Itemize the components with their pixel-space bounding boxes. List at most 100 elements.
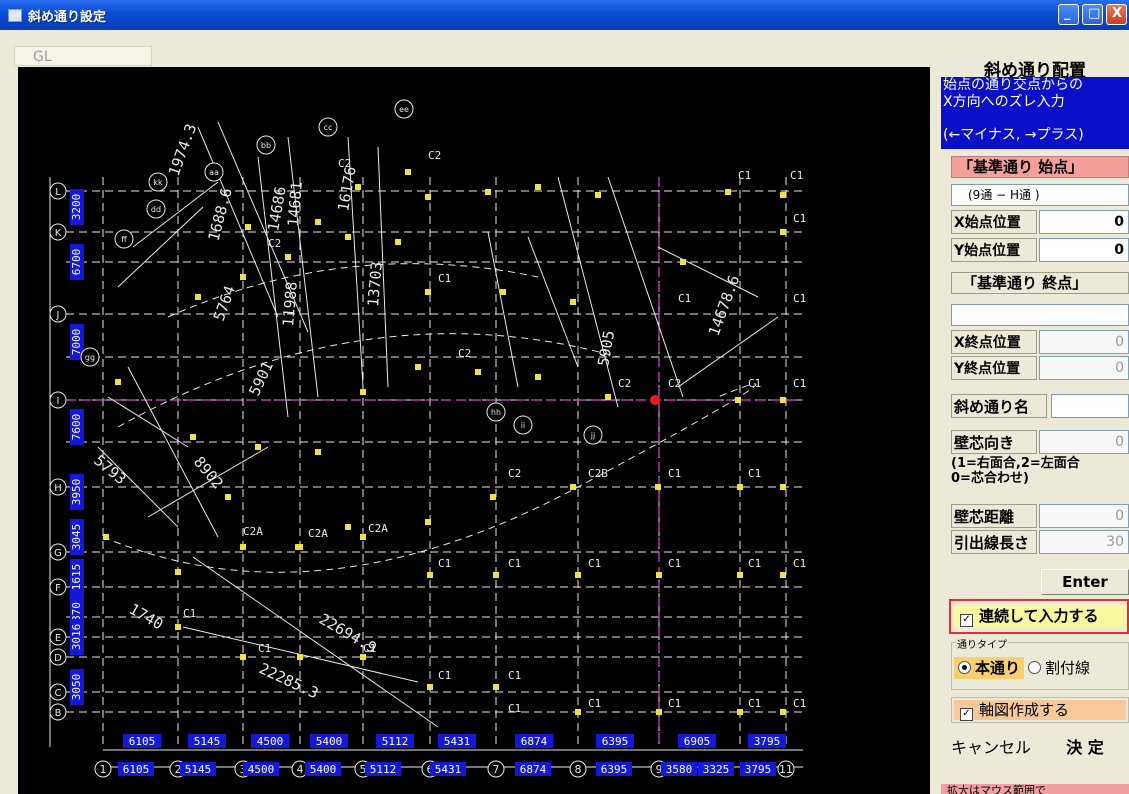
bottom-dim-label: 3795 — [745, 763, 772, 776]
column-marker — [240, 544, 246, 550]
radio-main-option[interactable]: 本通り — [954, 657, 1025, 679]
column-marker — [570, 299, 576, 305]
wall-dist-input[interactable]: 0 — [1039, 504, 1129, 528]
gl-tab[interactable]: GL — [14, 46, 152, 66]
column-marker — [570, 484, 576, 490]
plan-drawing[interactable]: 6105 5145 4500 5400 5112 5431 6874 6395 6905 3795… — [18, 67, 930, 794]
x-end-input[interactable]: 0 — [1039, 330, 1129, 354]
left-axis-label: E — [55, 633, 61, 644]
start-ref-field: (9通 − H通 ) — [951, 184, 1129, 206]
bottom-axis-label: 7 — [493, 763, 500, 776]
column-label: C1 — [438, 669, 451, 682]
grid-bubble-label: aa — [209, 168, 219, 177]
radio-sub[interactable] — [1028, 661, 1042, 674]
diagonal-dim-label: 14678.6 — [705, 273, 744, 339]
column-marker — [605, 394, 611, 400]
column-marker — [535, 184, 541, 190]
column-marker — [575, 572, 581, 578]
column-label: C1 — [438, 557, 451, 570]
column-label: C1 — [790, 169, 803, 182]
column-marker — [103, 534, 109, 540]
column-label: C1 — [668, 467, 681, 480]
diagonal-line-12 — [657, 246, 759, 298]
axis-checkbox-row[interactable]: ✓ 軸図作成する — [954, 700, 1126, 721]
diagonal-line-17 — [127, 366, 219, 538]
title-bar: 斜め通り設定 _ □ X — [0, 0, 1129, 30]
enter-button[interactable]: Enter — [1041, 569, 1129, 595]
y-end-input[interactable]: 0 — [1039, 356, 1129, 380]
column-marker — [425, 289, 431, 295]
top-dim-label: 4500 — [257, 735, 284, 748]
bottom-dim-label: 6395 — [601, 763, 628, 776]
column-marker — [780, 192, 786, 198]
column-marker — [395, 239, 401, 245]
column-marker — [425, 194, 431, 200]
column-marker — [115, 379, 121, 385]
cancel-button[interactable]: キャンセル — [943, 733, 1039, 763]
curve-mid — [117, 333, 619, 428]
x-end-label: X終点位置 — [951, 330, 1037, 354]
column-marker — [360, 534, 366, 540]
note-line-3: (←マイナス, →プラス) — [943, 127, 1084, 143]
left-dim-label: 3950 — [70, 479, 83, 506]
name-input[interactable] — [1051, 394, 1129, 418]
continuous-checkbox-row[interactable]: ✓ 連続して入力する — [954, 605, 1126, 628]
bottom-hint: 拡大はマウス範囲で — [941, 784, 1129, 794]
column-label: C1 — [508, 702, 521, 715]
leader-input[interactable]: 30 — [1039, 530, 1129, 554]
column-label: C1 — [748, 467, 761, 480]
column-marker — [405, 169, 411, 175]
x-start-label: X始点位置 — [951, 210, 1037, 234]
column-marker — [475, 369, 481, 375]
minimize-button[interactable]: _ — [1058, 4, 1079, 25]
column-marker — [535, 374, 541, 380]
diagonal-dim-label: 5793 — [90, 451, 129, 488]
end-ref-field — [951, 304, 1129, 326]
left-dim-label: 7000 — [70, 329, 83, 356]
left-dim-label: 6700 — [70, 249, 83, 276]
left-dim-label: 3050 — [70, 674, 83, 701]
continuous-label: 連続して入力する — [979, 607, 1099, 625]
column-label: C2 — [508, 467, 521, 480]
column-marker — [190, 434, 196, 440]
bottom-dim-label: 3580 — [666, 763, 693, 776]
close-button[interactable]: X — [1106, 4, 1127, 25]
axis-checkbox[interactable]: ✓ — [960, 708, 973, 721]
left-dim-label: 870 — [70, 602, 83, 622]
wall-dist-label: 壁芯距離 — [951, 504, 1037, 528]
instruction-note: 始点の通り交点からの X方向へのズレ入力 (←マイナス, →プラス) — [941, 77, 1129, 149]
continuous-checkbox[interactable]: ✓ — [960, 614, 973, 627]
diagonal-line-3 — [117, 206, 204, 288]
leader-label: 引出線長さ — [951, 530, 1037, 554]
wall-dir-input[interactable]: 0 — [1039, 430, 1129, 454]
type-radio-row: 本通り 割付線 — [954, 657, 1128, 679]
column-marker — [415, 364, 421, 370]
y-end-label: Y終点位置 — [951, 356, 1037, 380]
column-marker — [500, 289, 506, 295]
column-marker — [297, 544, 303, 550]
column-label: C2 — [268, 237, 281, 250]
grid-bubble-label: cc — [324, 123, 333, 132]
axis-frame: ✓ 軸図作成する — [951, 697, 1129, 723]
radio-main[interactable] — [958, 661, 971, 674]
bottom-axis-label: 1 — [100, 763, 107, 776]
start-header: 「基準通り 始点」 — [951, 156, 1129, 178]
curve-outer — [102, 383, 757, 573]
left-dim-label: 7600 — [70, 414, 83, 441]
y-start-label: Y始点位置 — [951, 238, 1037, 262]
left-dim-label: 1615 — [70, 564, 83, 591]
x-start-input[interactable]: 0 — [1039, 210, 1129, 234]
column-marker — [493, 572, 499, 578]
column-marker — [737, 709, 743, 715]
y-start-input[interactable]: 0 — [1039, 238, 1129, 262]
maximize-button[interactable]: □ — [1082, 4, 1103, 25]
left-axis-label: I — [57, 396, 60, 407]
drawing-canvas[interactable]: 6105 5145 4500 5400 5112 5431 6874 6395 6905 3795… — [18, 67, 930, 794]
column-marker — [490, 494, 496, 500]
bottom-dim-label: 6874 — [520, 763, 547, 776]
left-axis-label: J — [56, 310, 60, 321]
column-label: C1 — [438, 272, 451, 285]
decide-button[interactable]: 決 定 — [1041, 733, 1129, 763]
column-label: C2 — [618, 377, 631, 390]
top-dim-label: 6395 — [602, 735, 629, 748]
